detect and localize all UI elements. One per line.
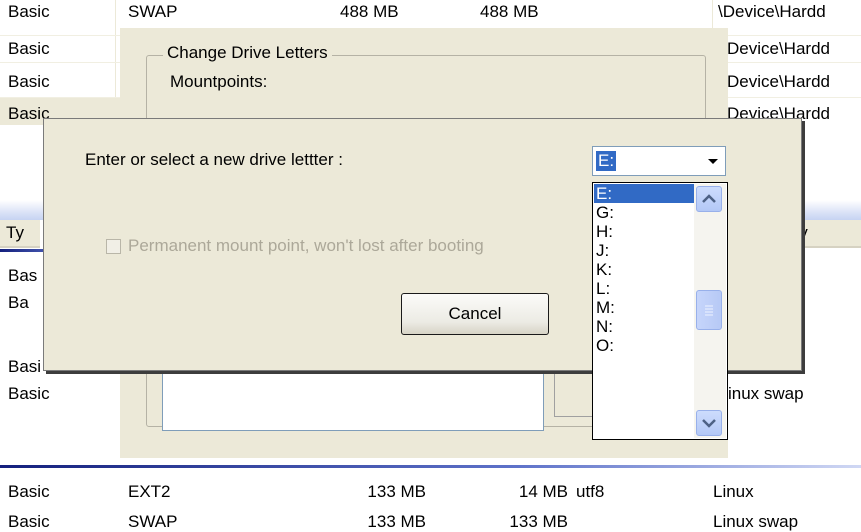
drive-letter-combobox[interactable]: E: <box>592 146 726 176</box>
list-cell-type: Bas <box>8 266 38 285</box>
dropdown-option[interactable]: E: <box>594 184 697 203</box>
scroll-up-arrow-icon[interactable] <box>696 186 722 212</box>
dropdown-option[interactable]: O: <box>594 336 697 355</box>
mountpoints-label: Mountpoints: <box>170 72 268 91</box>
mountpoints-list[interactable] <box>162 368 544 431</box>
list-cell-type: Basic <box>8 384 50 403</box>
column-header-type[interactable]: Ty <box>0 220 40 248</box>
list-cell-entry: Device\Hardd <box>727 72 830 91</box>
combo-selected-value: E: <box>596 151 617 171</box>
dropdown-option[interactable]: G: <box>594 203 697 222</box>
list-cell-type: Basic <box>8 482 50 501</box>
cancel-button[interactable]: Cancel <box>401 293 549 335</box>
list-cell-type: Basi <box>8 357 42 376</box>
dropdown-option[interactable]: H: <box>594 222 697 241</box>
list-cell-fs: EXT2 <box>128 482 171 501</box>
groupbox-title: Change Drive Letters <box>163 43 332 63</box>
drive-letter-prompt: Enter or select a new drive lettter : <box>85 150 343 169</box>
list-cell-entry: \Device\Hardd <box>718 2 826 21</box>
dropdown-option[interactable]: K: <box>594 260 697 279</box>
list-cell-size: 133 MB <box>367 512 426 531</box>
grid-line <box>115 0 116 100</box>
dropdown-scrollbar[interactable] <box>694 184 726 438</box>
list-cell-size: 488 MB <box>340 2 399 21</box>
list-cell-entry: Device\Hardd <box>727 39 830 58</box>
scroll-down-arrow-icon[interactable] <box>696 410 722 436</box>
list-cell-fs: SWAP <box>128 2 178 21</box>
list-cell-extra: utf8 <box>576 482 605 501</box>
list-cell-type: Basic <box>8 39 50 58</box>
drive-letter-dropdown-list: E: G: H: J: K: L: M: N: O: <box>592 182 728 440</box>
list-cell-used: 133 MB <box>509 512 568 531</box>
list-cell-entry: Linux <box>713 482 754 501</box>
list-cell-type: Basic <box>8 512 50 531</box>
header-divider <box>0 465 861 468</box>
list-cell-fs: SWAP <box>128 512 178 531</box>
list-cell-type: Basic <box>8 72 50 91</box>
list-cell-type: Ba <box>8 293 29 312</box>
list-cell-used: 488 MB <box>480 2 539 21</box>
permanent-mount-label: Permanent mount point, won't lost after … <box>128 236 484 255</box>
dropdown-option[interactable]: L: <box>594 279 697 298</box>
chevron-down-icon[interactable] <box>703 149 723 173</box>
dropdown-option[interactable]: N: <box>594 317 697 336</box>
dropdown-option[interactable]: J: <box>594 241 697 260</box>
dropdown-option[interactable]: M: <box>594 298 697 317</box>
list-cell-entry: inux swap <box>728 384 804 403</box>
list-cell-entry: Linux swap <box>713 512 799 531</box>
dialog-button[interactable] <box>554 371 595 417</box>
list-cell-used: 14 MB <box>518 482 568 501</box>
scrollbar-thumb[interactable] <box>696 290 722 330</box>
permanent-mount-checkbox[interactable] <box>106 239 121 254</box>
list-cell-size: 133 MB <box>367 482 426 501</box>
list-cell-type: Basic <box>8 2 50 21</box>
